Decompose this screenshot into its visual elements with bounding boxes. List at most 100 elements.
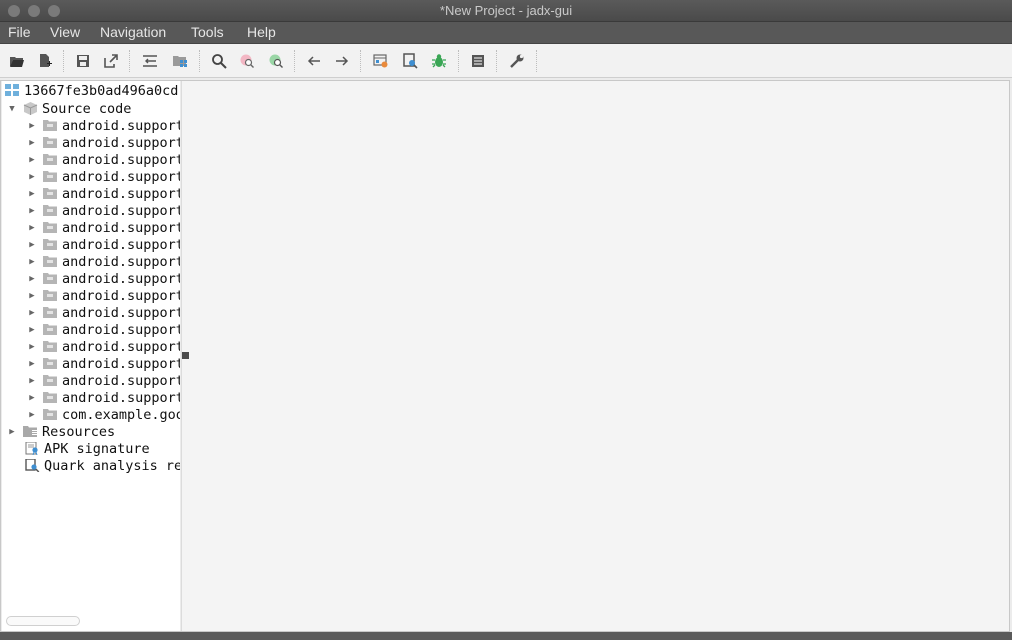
folder-icon: [42, 136, 58, 150]
toolbar-separator: [360, 50, 361, 72]
find-usage-icon[interactable]: [236, 50, 258, 72]
sync-icon[interactable]: [139, 50, 161, 72]
collapsed-arrow-icon[interactable]: ▶: [6, 427, 18, 437]
tree-node-package[interactable]: ▶ android.support: [26, 304, 180, 321]
folder-icon: [42, 306, 58, 320]
tree-node-label: android.support: [62, 168, 180, 185]
toolbar-separator: [458, 50, 459, 72]
toolbar-separator: [294, 50, 295, 72]
back-icon[interactable]: [303, 50, 325, 72]
tree-node-package[interactable]: ▶ android.support: [26, 355, 180, 372]
horizontal-scrollbar[interactable]: [6, 616, 80, 626]
tree-node-package[interactable]: ▶ android.support: [26, 202, 180, 219]
open-file-icon[interactable]: [6, 50, 28, 72]
collapsed-arrow-icon[interactable]: ▶: [26, 138, 38, 148]
tree-node-label: android.support: [62, 253, 180, 270]
resources-folder-icon: [22, 425, 38, 439]
tree-node-package[interactable]: ▶ android.support: [26, 185, 180, 202]
tree-node-source-code[interactable]: ▼ Source code: [6, 100, 131, 117]
collapsed-arrow-icon[interactable]: ▶: [26, 223, 38, 233]
tree-node-package[interactable]: ▶ com.example.goo: [26, 406, 180, 423]
collapsed-arrow-icon[interactable]: ▶: [26, 274, 38, 284]
tree-node-package[interactable]: ▶ android.support: [26, 151, 180, 168]
tree-node-package[interactable]: ▶ android.support: [26, 134, 180, 151]
project-icon: [4, 84, 20, 98]
toolbar-separator: [63, 50, 64, 72]
toolbar: [0, 44, 1012, 78]
log-viewer-icon[interactable]: [467, 50, 489, 72]
collapsed-arrow-icon[interactable]: ▶: [26, 410, 38, 420]
tree-node-resources[interactable]: ▶ Resources: [6, 423, 115, 440]
preferences-icon[interactable]: [506, 50, 528, 72]
tree-node-label: android.support: [62, 117, 180, 134]
tree-node-label: android.support: [62, 355, 180, 372]
tree-node-package[interactable]: ▶ android.support: [26, 372, 180, 389]
menu-help[interactable]: Help: [247, 24, 276, 40]
tree-node-label: android.support: [62, 287, 180, 304]
forward-icon[interactable]: [331, 50, 353, 72]
collapsed-arrow-icon[interactable]: ▶: [26, 376, 38, 386]
tree-node-label: android.support: [62, 151, 180, 168]
tree-node-package[interactable]: ▶ android.support: [26, 236, 180, 253]
collapsed-arrow-icon[interactable]: ▶: [26, 121, 38, 131]
tree-node-label: APK signature: [44, 440, 150, 457]
status-bar: [0, 632, 1012, 640]
debug-icon[interactable]: [428, 50, 450, 72]
expanded-arrow-icon[interactable]: ▼: [6, 104, 18, 114]
collapsed-arrow-icon[interactable]: ▶: [26, 308, 38, 318]
quark-icon[interactable]: [399, 50, 421, 72]
export-icon[interactable]: [100, 50, 122, 72]
collapsed-arrow-icon[interactable]: ▶: [26, 172, 38, 182]
title-bar: *New Project - jadx-gui: [0, 0, 1012, 22]
tree-node-label: android.support: [62, 270, 180, 287]
collapsed-arrow-icon[interactable]: ▶: [26, 206, 38, 216]
tree-node-package[interactable]: ▶ android.support: [26, 338, 180, 355]
collapsed-arrow-icon[interactable]: ▶: [26, 359, 38, 369]
tree-node-package[interactable]: ▶ android.support: [26, 168, 180, 185]
folder-icon: [42, 204, 58, 218]
deobfuscation-icon[interactable]: [370, 50, 392, 72]
menu-tools[interactable]: Tools: [191, 24, 224, 40]
tree-node-package[interactable]: ▶ android.support: [26, 117, 180, 134]
search-icon[interactable]: [208, 50, 230, 72]
tree-node-quark[interactable]: Quark analysis re: [24, 457, 180, 474]
collapsed-arrow-icon[interactable]: ▶: [26, 240, 38, 250]
collapsed-arrow-icon[interactable]: ▶: [26, 257, 38, 267]
tree-node-label: android.support: [62, 185, 180, 202]
tree-node-label: android.support: [62, 304, 180, 321]
tree-node-package[interactable]: ▶ android.support: [26, 287, 180, 304]
tree-node-package[interactable]: ▶ android.support: [26, 389, 180, 406]
project-tree[interactable]: 13667fe3b0ad496a0cd ▼ Source code ▶ andro…: [2, 81, 180, 631]
splitter-handle[interactable]: [182, 352, 189, 359]
tree-node-label: android.support: [62, 134, 180, 151]
tree-node-package[interactable]: ▶ android.support: [26, 270, 180, 287]
menu-navigation[interactable]: Navigation: [100, 24, 166, 40]
tree-root[interactable]: 13667fe3b0ad496a0cd: [4, 82, 178, 99]
tree-node-package[interactable]: ▶ android.support: [26, 253, 180, 270]
save-all-icon[interactable]: [72, 50, 94, 72]
tree-node-package[interactable]: ▶ android.support: [26, 321, 180, 338]
flatten-packages-icon[interactable]: [169, 50, 191, 72]
tree-node-package[interactable]: ▶ android.support: [26, 219, 180, 236]
menu-file[interactable]: File: [8, 24, 31, 40]
tree-node-label: com.example.goo: [62, 406, 180, 423]
folder-icon: [42, 357, 58, 371]
find-deobf-icon[interactable]: [265, 50, 287, 72]
tree-node-label: android.support: [62, 338, 180, 355]
folder-icon: [42, 374, 58, 388]
folder-icon: [42, 153, 58, 167]
collapsed-arrow-icon[interactable]: ▶: [26, 155, 38, 165]
collapsed-arrow-icon[interactable]: ▶: [26, 393, 38, 403]
tree-node-apk-signature[interactable]: APK signature: [24, 440, 150, 457]
folder-icon: [42, 289, 58, 303]
collapsed-arrow-icon[interactable]: ▶: [26, 189, 38, 199]
add-files-icon[interactable]: [34, 50, 56, 72]
toolbar-separator: [496, 50, 497, 72]
collapsed-arrow-icon[interactable]: ▶: [26, 291, 38, 301]
menu-view[interactable]: View: [50, 24, 80, 40]
tree-node-label: android.support: [62, 321, 180, 338]
collapsed-arrow-icon[interactable]: ▶: [26, 342, 38, 352]
collapsed-arrow-icon[interactable]: ▶: [26, 325, 38, 335]
package-box-icon: [22, 102, 38, 116]
folder-icon: [42, 170, 58, 184]
